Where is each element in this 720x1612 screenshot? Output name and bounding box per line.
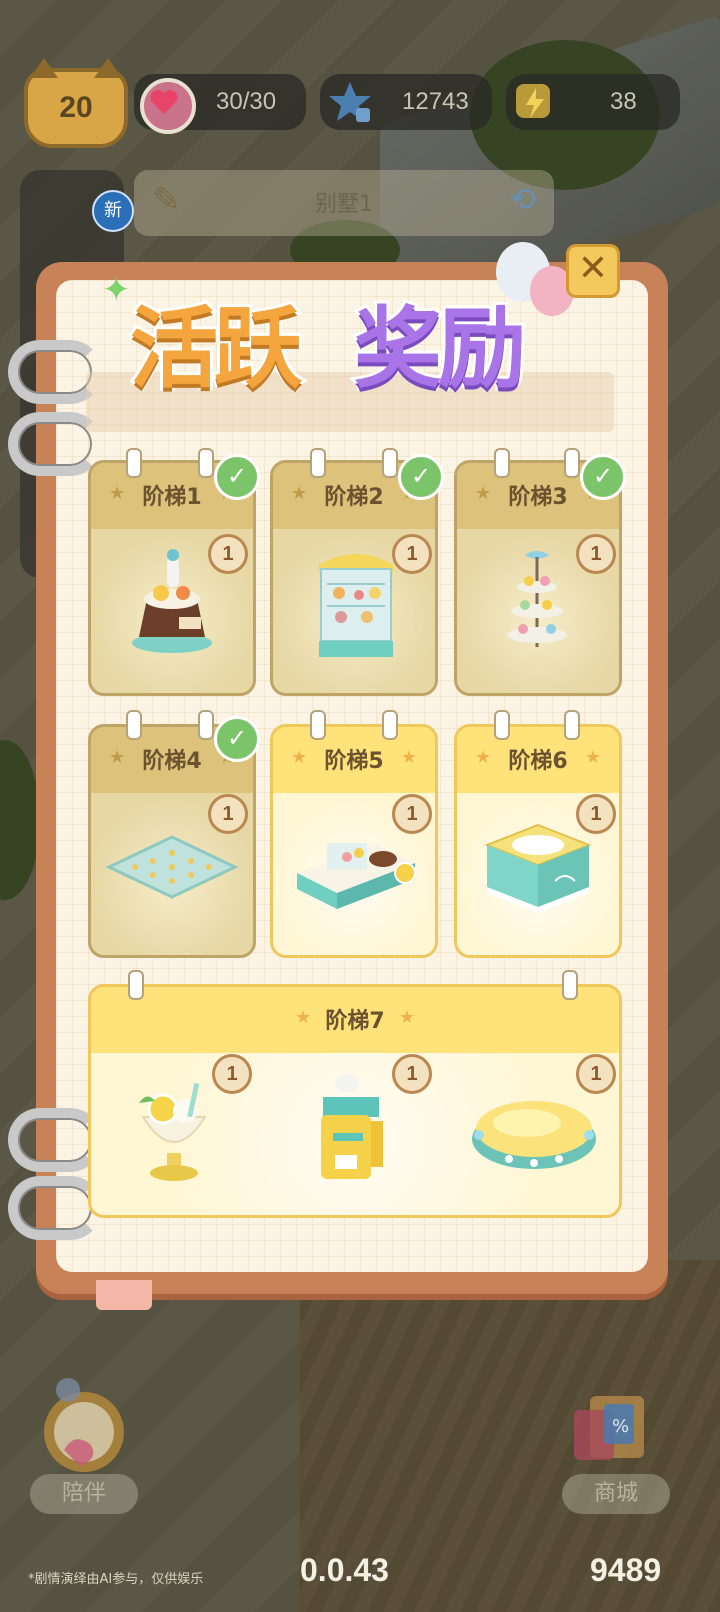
claimed-check-icon: ✓ — [580, 454, 626, 500]
level-badge[interactable]: 20 — [24, 58, 128, 148]
star-plus-icon — [326, 78, 374, 126]
lemon-sundae-icon — [129, 1077, 219, 1191]
reward-quantity: 1 — [576, 794, 616, 834]
reward-quantity: 1 — [392, 794, 432, 834]
card-tab — [128, 970, 144, 1000]
tier-card-7[interactable]: ★ 阶梯7 ★ — [88, 984, 622, 1218]
rug-icon — [105, 833, 239, 907]
ai-disclaimer: *剧情演绎由AI参与，仅供娱乐 — [28, 1572, 204, 1587]
claimed-check-icon: ✓ — [214, 716, 260, 762]
close-button[interactable]: ✕ — [566, 244, 620, 298]
card-tab — [382, 448, 398, 478]
switch-room-icon[interactable]: ⟲ — [509, 180, 536, 218]
cake-icon — [129, 547, 215, 661]
card-tab — [382, 710, 398, 740]
claimed-check-icon: ✓ — [398, 454, 444, 500]
lightning-plus-icon — [512, 78, 560, 126]
card-tab — [564, 710, 580, 740]
energy-counter[interactable]: 38 — [506, 74, 680, 130]
card-tab — [126, 448, 142, 478]
reward-quantity: 1 — [208, 794, 248, 834]
reward-quantity: 1 — [212, 1054, 252, 1094]
sparkle-icon: ✦ — [102, 270, 131, 310]
version-number: 0.0.43 — [300, 1552, 389, 1588]
shop-bag-icon[interactable]: % — [560, 1366, 672, 1478]
card-tab — [562, 970, 578, 1000]
card-tab — [564, 448, 580, 478]
companion-stopwatch-icon[interactable] — [28, 1370, 138, 1480]
card-tab — [198, 448, 214, 478]
cushion-bed-icon — [469, 1083, 599, 1179]
companion-button[interactable]: 陪伴 — [30, 1474, 138, 1514]
reward-quantity: 1 — [392, 534, 432, 574]
display-cabinet-icon — [311, 543, 401, 667]
card-tab — [126, 710, 142, 740]
gold-counter: 9489 — [590, 1552, 662, 1588]
heart-icon — [140, 78, 196, 134]
panel-title: ✦ 活跃 奖励 — [102, 242, 610, 432]
stars-counter[interactable]: 12743 — [320, 74, 492, 130]
new-badge: 新 — [92, 190, 134, 232]
reward-quantity: 1 — [576, 1054, 616, 1094]
claimed-check-icon: ✓ — [214, 454, 260, 500]
hearts-counter[interactable]: 30/30 — [134, 74, 306, 134]
bookmark-tab — [96, 1280, 152, 1310]
reward-quantity: 1 — [208, 534, 248, 574]
dessert-counter-icon — [287, 823, 423, 921]
reward-quantity: 1 — [392, 1054, 432, 1094]
reward-quantity: 1 — [576, 534, 616, 574]
svg-text:%: % — [612, 1416, 629, 1437]
card-tab — [310, 710, 326, 740]
dessert-stand-icon — [497, 547, 577, 663]
shop-button[interactable]: 商城 — [562, 1474, 670, 1514]
tier-card-5[interactable]: ★ 阶梯5 ★ — [270, 724, 438, 958]
coffee-machine-icon — [313, 1071, 393, 1193]
card-tab — [494, 448, 510, 478]
card-tab — [310, 448, 326, 478]
tier-card-6[interactable]: ★ 阶梯6 ★ — [454, 724, 622, 958]
card-tab — [494, 710, 510, 740]
room-name-bar[interactable]: ✎ 别墅1 ⟲ — [134, 170, 554, 236]
card-tab — [198, 710, 214, 740]
level-number: 20 — [59, 91, 93, 124]
cake-table-icon — [483, 821, 593, 925]
